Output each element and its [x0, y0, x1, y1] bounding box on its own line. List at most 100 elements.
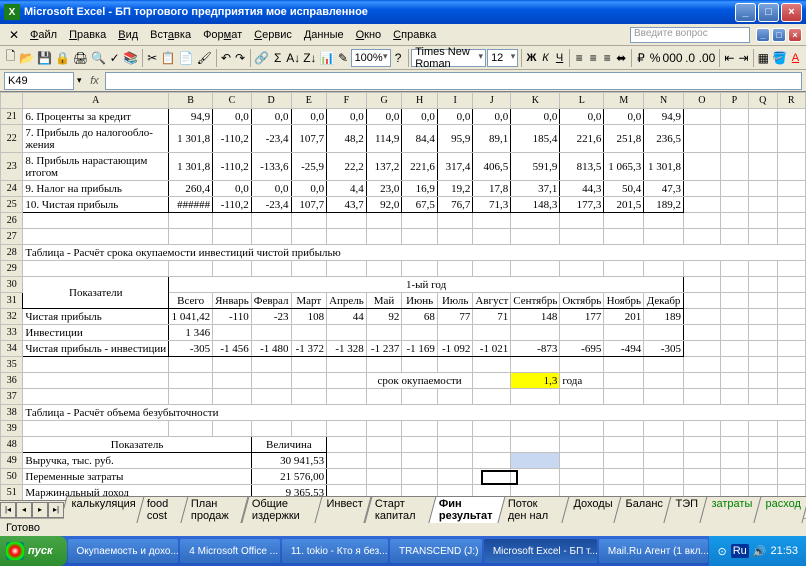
cell[interactable]: 0,0	[213, 181, 252, 197]
col-header[interactable]: I	[437, 93, 473, 109]
row-header[interactable]: 22	[1, 125, 23, 153]
cell[interactable]	[748, 153, 777, 181]
cell[interactable]: 37,1	[511, 181, 560, 197]
tray-icon[interactable]: 🔊	[753, 545, 767, 558]
cell[interactable]: 236,5	[644, 125, 684, 153]
cell[interactable]: 251,8	[604, 125, 644, 153]
cell[interactable]: 92,0	[366, 197, 402, 213]
row-header[interactable]: 21	[1, 109, 23, 125]
system-tray[interactable]: ⊙ Ru 🔊 21:53	[709, 536, 806, 566]
doc-close[interactable]: ×	[788, 28, 802, 42]
paste-icon[interactable]: 📄	[178, 48, 195, 68]
cell[interactable]: 201,5	[604, 197, 644, 213]
taskbar-button[interactable]: 4 Microsoft Office ...	[180, 539, 280, 563]
sheet-tab[interactable]: План продаж	[181, 496, 249, 523]
fill-icon[interactable]: 🪣	[771, 48, 788, 68]
link-icon[interactable]: 🔗	[253, 48, 270, 68]
cell[interactable]: 189,2	[644, 197, 684, 213]
row-header[interactable]: 23	[1, 153, 23, 181]
cell[interactable]: 813,5	[560, 153, 604, 181]
cell[interactable]: 317,4	[437, 153, 473, 181]
taskbar-button[interactable]: TRANSCEND (J:)	[390, 539, 482, 563]
research-icon[interactable]: 📚	[122, 48, 139, 68]
align-right-icon[interactable]: ≡	[601, 48, 614, 68]
cell[interactable]: 0,0	[327, 109, 367, 125]
cell[interactable]: 22,2	[327, 153, 367, 181]
cell[interactable]	[777, 197, 805, 213]
painter-icon[interactable]: 🖌	[196, 48, 213, 68]
cell[interactable]: 43,7	[327, 197, 367, 213]
tab-nav-prev[interactable]: ◂	[16, 502, 32, 518]
cell[interactable]: -110,2	[213, 153, 252, 181]
new-icon[interactable]: 🗋	[4, 48, 17, 68]
doc-max[interactable]: □	[772, 28, 786, 42]
col-header[interactable]: A	[23, 93, 169, 109]
copy-icon[interactable]: 📋	[160, 48, 177, 68]
menu-window[interactable]: Окно	[350, 27, 388, 43]
cell[interactable]: -133,6	[251, 153, 291, 181]
col-header[interactable]: O	[683, 93, 720, 109]
sheet-tab[interactable]: Баланс	[613, 496, 672, 523]
maximize-button[interactable]: □	[758, 3, 779, 22]
cell[interactable]: -110,2	[213, 125, 252, 153]
tab-nav-next[interactable]: ▸	[32, 502, 48, 518]
align-center-icon[interactable]: ≡	[587, 48, 600, 68]
formula-bar[interactable]	[105, 72, 802, 90]
col-header[interactable]: K	[511, 93, 560, 109]
cell[interactable]	[748, 125, 777, 153]
cell[interactable]: 1 065,3	[604, 153, 644, 181]
col-header[interactable]: H	[402, 93, 438, 109]
italic-icon[interactable]: К	[539, 48, 552, 68]
col-header[interactable]: B	[169, 93, 213, 109]
sheet-tab[interactable]: Инвест	[315, 496, 373, 523]
cell[interactable]: 221,6	[402, 153, 438, 181]
tray-lang-icon[interactable]: Ru	[731, 544, 749, 558]
menu-file[interactable]: Файл	[24, 27, 63, 43]
sheet-tab[interactable]: Доходы	[561, 496, 621, 523]
sheet-tab[interactable]: Общие издержки	[241, 496, 323, 523]
cell[interactable]	[683, 181, 720, 197]
col-header[interactable]: J	[473, 93, 511, 109]
name-box[interactable]: K49	[4, 72, 74, 90]
undo-icon[interactable]: ↶	[220, 48, 233, 68]
col-header[interactable]: P	[720, 93, 748, 109]
cell[interactable]: 76,7	[437, 197, 473, 213]
currency-icon[interactable]: ₽	[634, 48, 647, 68]
cell[interactable]: 0,0	[437, 109, 473, 125]
close-button[interactable]: ×	[781, 3, 802, 22]
cell[interactable]: 260,4	[169, 181, 213, 197]
clock[interactable]: 21:53	[770, 545, 798, 557]
col-header[interactable]: N	[644, 93, 684, 109]
taskbar-button[interactable]: Окупаемость и дохо...	[68, 539, 179, 563]
comma-icon[interactable]: 000	[663, 48, 683, 68]
cell[interactable]	[683, 197, 720, 213]
cell[interactable]: 1 301,8	[169, 153, 213, 181]
menu-data[interactable]: Данные	[298, 27, 350, 43]
cell[interactable]: 0,0	[560, 109, 604, 125]
preview-icon[interactable]: 🔍	[90, 48, 107, 68]
cell[interactable]: 591,9	[511, 153, 560, 181]
col-header[interactable]: M	[604, 93, 644, 109]
menu-help[interactable]: Справка	[387, 27, 442, 43]
cell[interactable]: 7. Прибыль до налогообло-жения	[23, 125, 169, 153]
cell[interactable]: 17,8	[473, 181, 511, 197]
taskbar-button[interactable]: Mail.Ru Агент (1 вкл...	[599, 539, 709, 563]
table1-title[interactable]: Таблица - Расчёт срока окупаемости инвес…	[23, 245, 806, 261]
tray-icon[interactable]: ⊙	[717, 545, 726, 558]
cell[interactable]: 0,0	[251, 109, 291, 125]
cell[interactable]	[748, 197, 777, 213]
spell-icon[interactable]: ✓	[108, 48, 121, 68]
cell[interactable]: 84,4	[402, 125, 438, 153]
cell[interactable]	[748, 109, 777, 125]
tab-nav-first[interactable]: |◂	[0, 502, 16, 518]
cell[interactable]: 94,9	[644, 109, 684, 125]
open-icon[interactable]: 📂	[18, 48, 35, 68]
cell[interactable]: 114,9	[366, 125, 402, 153]
start-button[interactable]: пуск	[0, 536, 67, 566]
inc-dec-icon[interactable]: .0	[684, 48, 697, 68]
col-header[interactable]: C	[213, 93, 252, 109]
taskbar-button[interactable]: 11. tokio - Кто я без...	[282, 539, 388, 563]
merge-icon[interactable]: ⬌	[615, 48, 628, 68]
cell[interactable]: 406,5	[473, 153, 511, 181]
ask-question-box[interactable]: Введите вопрос	[630, 27, 750, 43]
